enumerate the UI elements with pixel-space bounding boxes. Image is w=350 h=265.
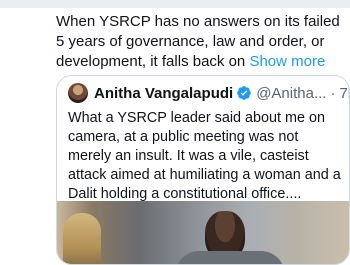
author-handle[interactable]: @Anitha... — [256, 85, 326, 102]
quote-header: Anitha Vangalapudi @Anitha... · 7h — [68, 83, 349, 103]
post-text: When YSRCP has no answers on its failed … — [56, 12, 346, 72]
quoted-post[interactable]: Anitha Vangalapudi @Anitha... · 7h What … — [56, 75, 350, 265]
separator-dot: · — [330, 84, 336, 102]
author-name[interactable]: Anitha Vangalapudi — [94, 85, 233, 102]
avatar[interactable] — [68, 83, 88, 103]
quote-text: What a YSRCP leader said about me on cam… — [68, 110, 341, 202]
media-person-body — [175, 251, 285, 264]
quote-media-image[interactable] — [57, 201, 349, 264]
post-time[interactable]: 7h — [339, 85, 349, 102]
divider — [0, 0, 350, 8]
verified-badge-icon — [236, 85, 252, 101]
show-more-link[interactable]: Show more — [249, 53, 325, 70]
media-person-left — [63, 213, 101, 264]
